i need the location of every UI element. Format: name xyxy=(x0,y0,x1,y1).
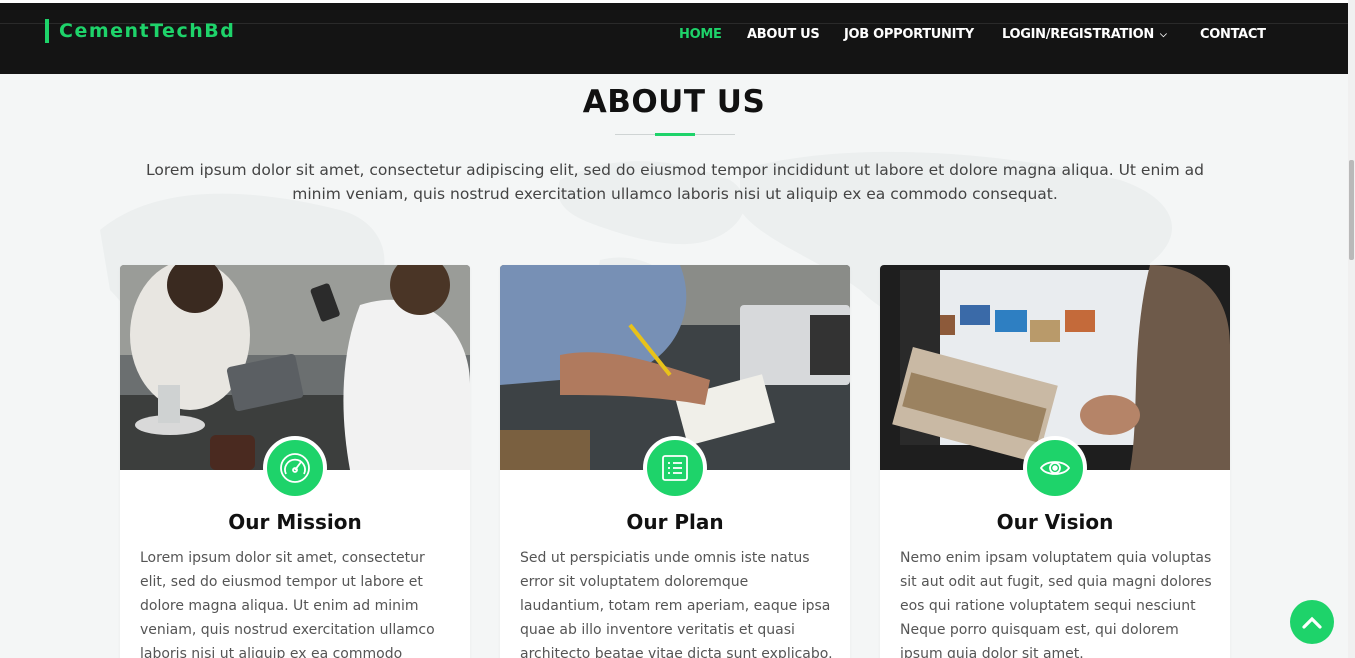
chevron-up-icon xyxy=(1302,616,1322,629)
card-our-vision: Our Vision Nemo enim ipsam voluptatem qu… xyxy=(880,265,1230,658)
chevron-down-icon: ⌵ xyxy=(1159,30,1167,40)
scrollbar[interactable] xyxy=(1348,0,1355,658)
nav-home[interactable]: HOME xyxy=(679,27,722,43)
card-title: Our Vision xyxy=(996,510,1114,534)
card-title: Our Plan xyxy=(626,510,724,534)
scroll-to-top-button[interactable] xyxy=(1290,600,1334,644)
page: CementTechBd HOME ABOUT US JOB OPPORTUNI… xyxy=(0,0,1355,658)
card-text: Lorem ipsum dolor sit amet, consectetur … xyxy=(140,550,435,658)
card-our-mission: Our Mission Lorem ipsum dolor sit amet, … xyxy=(120,265,470,658)
card-text: Nemo enim ipsam voluptatem quia voluptas… xyxy=(900,550,1212,658)
nav-job-opportunity[interactable]: JOB OPPORTUNITY xyxy=(844,27,974,43)
title-accent-bar xyxy=(655,133,695,136)
nav-login-registration[interactable]: LOGIN/REGISTRATION ⌵ xyxy=(1002,27,1167,43)
navbar: CementTechBd HOME ABOUT US JOB OPPORTUNI… xyxy=(0,3,1348,74)
nav-about-us[interactable]: ABOUT US xyxy=(747,27,820,43)
speedometer-icon xyxy=(263,436,327,500)
card-our-plan: Our Plan Sed ut perspiciatis unde omnis … xyxy=(500,265,850,658)
main-nav: HOME ABOUT US JOB OPPORTUNITY LOGIN/REGI… xyxy=(0,27,1348,47)
nav-contact[interactable]: CONTACT xyxy=(1200,27,1266,43)
card-title: Our Mission xyxy=(228,510,362,534)
scrollbar-thumb[interactable] xyxy=(1349,160,1354,260)
section-title: ABOUT US xyxy=(582,84,766,120)
eye-icon xyxy=(1023,436,1087,500)
section-intro: Lorem ipsum dolor sit amet, consectetur … xyxy=(146,161,1204,203)
list-icon xyxy=(643,436,707,500)
nav-login-registration-label: LOGIN/REGISTRATION xyxy=(1002,27,1154,42)
card-text: Sed ut perspiciatis unde omnis iste natu… xyxy=(520,550,833,658)
